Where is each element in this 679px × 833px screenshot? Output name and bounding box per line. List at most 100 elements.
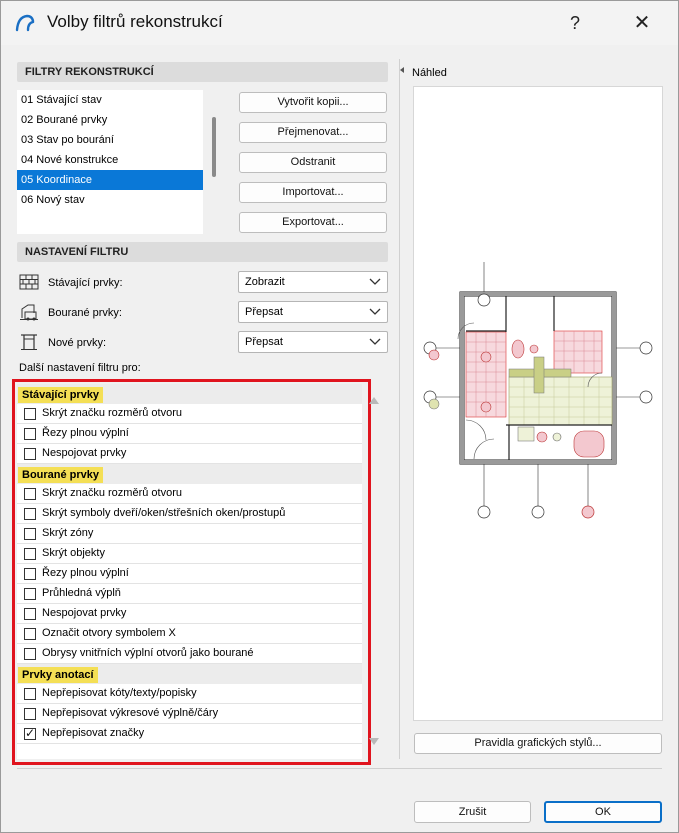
option-label: Obrysy vnitřních výplní otvorů jako bour… (42, 647, 254, 659)
group-title: Bourané prvky (18, 467, 104, 483)
existing-elements-icon (19, 274, 39, 290)
option-row[interactable]: Řezy plnou výplní (17, 424, 362, 444)
checkbox[interactable] (24, 708, 36, 720)
graphic-styles-rules-button[interactable]: Pravidla grafických stylů... (414, 733, 662, 754)
option-label: Nespojovat prvky (42, 447, 127, 459)
option-row[interactable]: Nepřepisovat kóty/texty/popisky (17, 684, 362, 704)
demolished-elements-label: Bourané prvky: (48, 307, 122, 319)
option-label: Označit otvory symbolem X (42, 627, 176, 639)
archicad-logo-icon (15, 14, 35, 32)
option-label: Nepřepisovat kóty/texty/popisky (42, 687, 197, 699)
demolished-elements-select[interactable]: Přepsat (238, 301, 388, 323)
option-row[interactable]: Nespojovat prvky (17, 604, 362, 624)
filter-item[interactable]: 06 Nový stav (17, 190, 203, 210)
option-label: Řezy plnou výplní (42, 427, 129, 439)
filter-list[interactable]: 01 Stávající stav 02 Bourané prvky 03 St… (17, 90, 203, 234)
option-row[interactable]: Skrýt značku rozměrů otvoru (17, 484, 362, 504)
footer-divider (17, 768, 662, 769)
filter-item-selected[interactable]: 05 Koordinace (17, 170, 203, 190)
new-elements-label: Nové prvky: (48, 337, 107, 349)
checkbox[interactable] (24, 408, 36, 420)
dialog-window: Volby filtrů rekonstrukcí ? ✕ FILTRY REK… (0, 0, 679, 833)
existing-elements-select[interactable]: Zobrazit (238, 271, 388, 293)
option-row[interactable]: Nepřepisovat výkresové výplně/čáry (17, 704, 362, 724)
checkbox[interactable] (24, 528, 36, 540)
option-row[interactable]: Skrýt zóny (17, 524, 362, 544)
demolished-elements-icon (20, 304, 38, 321)
preview-area (413, 86, 663, 721)
filters-section-header: FILTRY REKONSTRUKCÍ (17, 62, 388, 82)
option-row[interactable]: Skrýt značku rozměrů otvoru (17, 404, 362, 424)
window-title: Volby filtrů rekonstrukcí (47, 12, 223, 31)
option-row[interactable]: Skrýt objekty (17, 544, 362, 564)
checkbox[interactable] (24, 548, 36, 560)
checkbox[interactable] (24, 588, 36, 600)
title-bar: Volby filtrů rekonstrukcí ? ✕ (1, 1, 678, 45)
floor-plan-preview (423, 262, 653, 519)
preview-label: Náhled (412, 67, 447, 79)
option-row[interactable]: Průhledná výplň (17, 584, 362, 604)
option-row[interactable]: Označit otvory symbolem X (17, 624, 362, 644)
existing-elements-value: Zobrazit (245, 276, 285, 288)
close-button[interactable]: ✕ (627, 9, 657, 37)
option-label: Řezy plnou výplní (42, 567, 129, 579)
group-title: Stávající prvky (18, 387, 104, 403)
group-header-annotations: Prvky anotací (17, 664, 362, 684)
filter-item[interactable]: 04 Nové konstrukce (17, 150, 203, 170)
option-label: Skrýt zóny (42, 527, 94, 539)
checkbox-checked[interactable] (24, 726, 36, 740)
option-label: Skrýt značku rozměrů otvoru (42, 487, 182, 499)
filter-options-list[interactable]: Stávající prvky Skrýt značku rozměrů otv… (17, 384, 362, 759)
cancel-button[interactable]: Zrušit (414, 801, 531, 823)
rename-button[interactable]: Přejmenovat... (239, 122, 387, 143)
new-elements-select[interactable]: Přepsat (238, 331, 388, 353)
checkbox[interactable] (24, 428, 36, 440)
checkbox[interactable] (24, 648, 36, 660)
chevron-down-icon (369, 308, 381, 315)
more-settings-label: Další nastavení filtru pro: (19, 362, 141, 374)
checkbox[interactable] (24, 448, 36, 460)
help-button[interactable]: ? (561, 9, 589, 37)
scroll-down-arrow-icon[interactable] (369, 738, 379, 746)
option-label: Nepřepisovat značky (42, 727, 145, 739)
option-row[interactable]: Skrýt symboly dveří/oken/střešních oken/… (17, 504, 362, 524)
demolished-elements-value: Přepsat (245, 306, 283, 318)
new-elements-value: Přepsat (245, 336, 283, 348)
option-row[interactable]: Řezy plnou výplní (17, 564, 362, 584)
checkbox[interactable] (24, 688, 36, 700)
ok-button[interactable]: OK (544, 801, 662, 823)
checkbox[interactable] (24, 568, 36, 580)
settings-section-header: NASTAVENÍ FILTRU (17, 242, 388, 262)
checkbox[interactable] (24, 608, 36, 620)
filter-list-scrollbar[interactable] (212, 117, 216, 177)
delete-button[interactable]: Odstranit (239, 152, 387, 173)
group-title: Prvky anotací (18, 667, 98, 683)
filter-item[interactable]: 01 Stávající stav (17, 90, 203, 110)
new-elements-icon (21, 334, 37, 350)
checkbox[interactable] (24, 488, 36, 500)
option-label: Skrýt symboly dveří/oken/střešních oken/… (42, 507, 286, 519)
existing-elements-label: Stávající prvky: (48, 277, 123, 289)
filter-item[interactable]: 02 Bourané prvky (17, 110, 203, 130)
option-label: Skrýt objekty (42, 547, 105, 559)
group-header-existing: Stávající prvky (17, 384, 362, 404)
option-label: Nespojovat prvky (42, 607, 127, 619)
option-row[interactable]: Obrysy vnitřních výplní otvorů jako bour… (17, 644, 362, 664)
option-label: Nepřepisovat výkresové výplně/čáry (42, 707, 219, 719)
create-copy-button[interactable]: Vytvořit kopii... (239, 92, 387, 113)
collapse-arrow-icon[interactable] (400, 67, 404, 73)
checkbox[interactable] (24, 628, 36, 640)
filter-item[interactable]: 03 Stav po bourání (17, 130, 203, 150)
option-row[interactable]: Nepřepisovat značky (17, 724, 362, 744)
chevron-down-icon (369, 338, 381, 345)
option-label: Průhledná výplň (42, 587, 121, 599)
chevron-down-icon (369, 278, 381, 285)
export-button[interactable]: Exportovat... (239, 212, 387, 233)
option-row[interactable]: Nespojovat prvky (17, 444, 362, 464)
checkbox[interactable] (24, 508, 36, 520)
scroll-up-arrow-icon[interactable] (369, 396, 379, 404)
panel-splitter[interactable] (399, 59, 400, 759)
option-label: Skrýt značku rozměrů otvoru (42, 407, 182, 419)
group-header-demolished: Bourané prvky (17, 464, 362, 484)
import-button[interactable]: Importovat... (239, 182, 387, 203)
